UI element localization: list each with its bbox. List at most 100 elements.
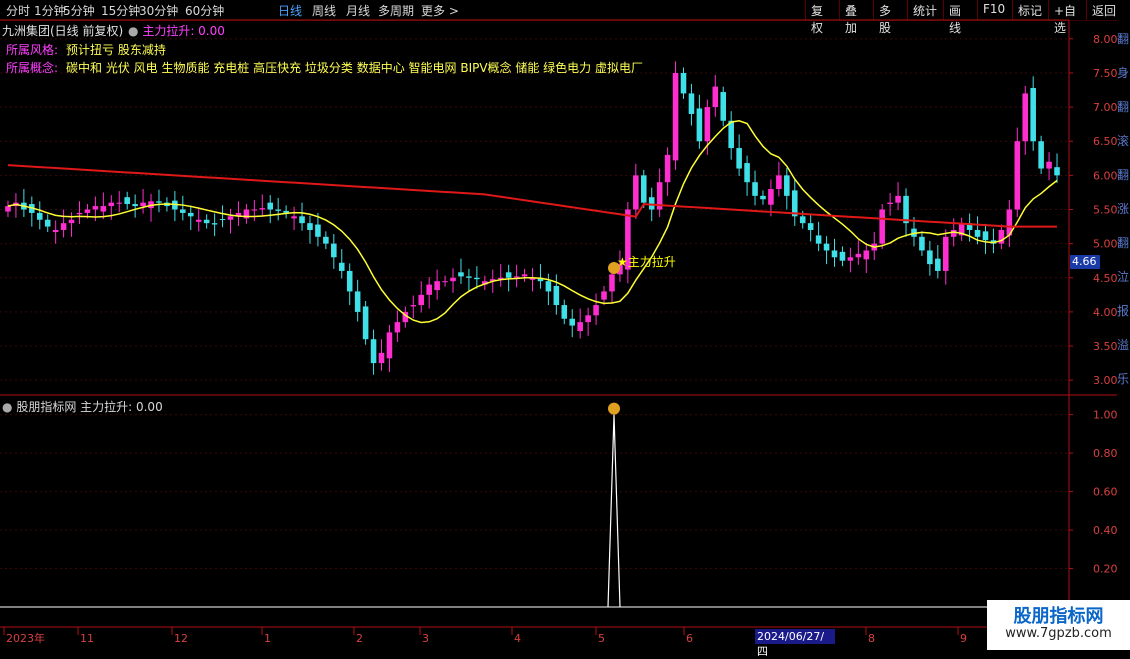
sub-tick-label: 0.40: [1093, 524, 1118, 537]
candle-body: [863, 250, 870, 260]
candle-body: [799, 216, 806, 224]
candle-body: [140, 202, 146, 207]
candle-body: [84, 209, 91, 213]
price-tick-label: 3.50: [1093, 340, 1118, 353]
x-tick-label: 11: [80, 632, 94, 645]
candle-body: [354, 291, 361, 312]
candle-body: [696, 108, 703, 142]
candle-body: [807, 223, 814, 230]
candle-body: [942, 236, 949, 271]
candle-body: [227, 216, 234, 220]
x-tick-label: 12: [174, 632, 188, 645]
watermark-line2: www.7gpzb.com: [1005, 626, 1112, 641]
candle-body: [108, 202, 115, 207]
candle-body: [378, 352, 385, 364]
candle-body: [609, 274, 615, 292]
right-strip-char: 翻: [1117, 32, 1130, 46]
candle-body: [219, 219, 226, 221]
candle-body: [68, 219, 75, 224]
price-tick-label: 4.00: [1093, 306, 1118, 319]
candle-body: [426, 284, 432, 295]
candle-body: [331, 243, 337, 258]
candle-body: [442, 281, 448, 283]
indicator-toggle-icon[interactable]: ●: [128, 24, 138, 38]
candle-body: [315, 224, 321, 237]
right-strip-char: 翻: [1117, 100, 1130, 114]
candle-body: [52, 229, 59, 233]
candle-body: [855, 253, 862, 258]
price-tick-label: 5.00: [1093, 238, 1118, 251]
candle-body: [450, 277, 456, 282]
indicator-value: ● 主力拉升: 0.00: [128, 24, 225, 38]
candle-body: [553, 285, 560, 306]
candle-body: [187, 212, 194, 217]
candle-body: [593, 305, 599, 316]
candle-body: [664, 154, 671, 183]
candle-body: [203, 219, 210, 224]
candle-body: [935, 258, 941, 271]
candle-body: [744, 163, 750, 183]
sub-panel-toggle-icon[interactable]: ●: [2, 400, 12, 414]
candle-body: [760, 195, 766, 200]
candle-body: [585, 315, 591, 323]
signal-money-icon: [608, 402, 620, 415]
candle-body: [100, 206, 107, 212]
candle-body: [839, 251, 846, 261]
candle-body: [307, 223, 313, 230]
price-tick-label: 8.00: [1093, 33, 1118, 46]
candle-body: [180, 209, 186, 213]
candle-body: [362, 306, 369, 340]
candle-body: [386, 332, 393, 359]
price-tick-label: 6.50: [1093, 135, 1118, 148]
x-tick-label: 3: [422, 632, 429, 645]
right-side-strip: 翻身翻滚翻涨翻泣报溢乐: [1117, 20, 1130, 630]
signal-spike: [607, 414, 621, 608]
right-strip-char: 泣: [1117, 270, 1130, 284]
sub-tick-label: 1.00: [1093, 409, 1118, 422]
price-tick-label: 4.50: [1093, 272, 1118, 285]
candle-body: [36, 212, 43, 220]
candle-body: [903, 195, 909, 224]
candle-body: [784, 175, 790, 196]
candle-body: [919, 236, 925, 251]
candle-body: [76, 212, 83, 215]
candle-body: [410, 305, 417, 307]
style-value: 预计扭亏 股东减持: [66, 43, 166, 57]
candle-body: [5, 206, 11, 212]
candle-body: [887, 202, 893, 205]
candle-body: [346, 270, 353, 292]
price-tick-label: 6.00: [1093, 169, 1118, 182]
right-strip-char: 溢: [1117, 338, 1130, 352]
candle-body: [974, 229, 981, 237]
right-strip-char: 涨: [1117, 202, 1130, 216]
candle-body: [92, 206, 99, 210]
candle-body: [299, 216, 305, 224]
candle-body: [132, 204, 138, 207]
candle-body: [251, 209, 258, 211]
price-tick-label: 7.50: [1093, 67, 1118, 80]
sub-tick-label: 0.20: [1093, 563, 1118, 576]
candle-body: [601, 291, 607, 300]
right-strip-char: 乐: [1117, 372, 1130, 386]
candle-body: [124, 197, 130, 205]
candle-body: [712, 86, 719, 108]
candle-body: [44, 219, 51, 227]
candle-body: [776, 175, 782, 190]
right-strip-char: 翻: [1117, 236, 1130, 250]
candle-body: [768, 189, 774, 205]
x-tick-label: 9: [960, 632, 967, 645]
candle-body: [648, 197, 655, 210]
candle-body: [1014, 141, 1021, 210]
stock-chart[interactable]: 8.00 7.50 7.00 6.50 6.00 5.50 5.00 4.50 4.00 3.50…: [0, 0, 1130, 650]
candle-body: [291, 216, 297, 219]
price-tick-label: 3.00: [1093, 374, 1118, 387]
candle-body: [1038, 141, 1044, 169]
x-tick-label: 1: [264, 632, 271, 645]
concept-label: 所属概念:: [6, 61, 59, 75]
right-strip-char: 翻: [1117, 168, 1130, 182]
concept-value: 碳中和 光伏 风电 生物质能 充电桩 高压快充 垃圾分类 数据中心 智能电网 B…: [66, 61, 643, 75]
candle-body: [259, 208, 266, 210]
stock-title: 九洲集团(日线 前复权): [2, 24, 124, 38]
candle-body: [688, 93, 695, 114]
price-tick-label: 5.50: [1093, 204, 1118, 217]
